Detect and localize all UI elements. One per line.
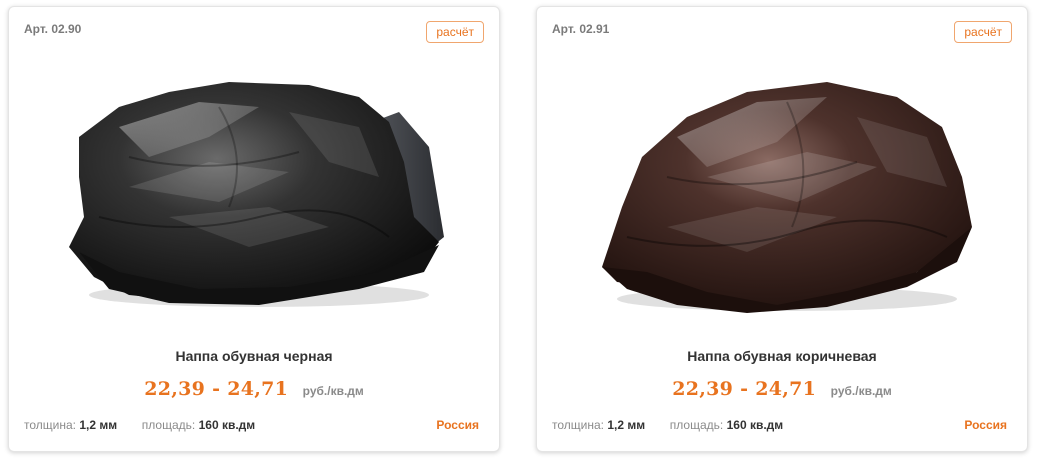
price-value: 22,39 - 24,71: [144, 378, 289, 400]
price-unit: руб./кв.дм: [302, 384, 364, 398]
product-card[interactable]: Арт. 02.91 расчёт Наппа обувная коричнев…: [536, 6, 1028, 452]
product-card[interactable]: Арт. 02.90 расчёт Наппа обувная черная 2…: [8, 6, 500, 452]
product-specs: толщина: 1,2 мм площадь: 160 кв.дм: [24, 418, 255, 432]
area-value: 160 кв.дм: [198, 418, 256, 432]
price-value: 22,39 - 24,71: [672, 378, 817, 400]
area-label: площадь:: [141, 418, 196, 432]
thickness-label: толщина:: [24, 418, 76, 432]
country-link[interactable]: Россия: [964, 418, 1007, 432]
price-row: 22,39 - 24,71 руб./кв.дм: [537, 378, 1027, 400]
price-row: 22,39 - 24,71 руб./кв.дм: [9, 378, 499, 400]
product-title[interactable]: Наппа обувная коричневая: [537, 348, 1027, 364]
thickness-value: 1,2 мм: [79, 418, 118, 432]
calculate-button[interactable]: расчёт: [954, 21, 1012, 43]
price-unit: руб./кв.дм: [830, 384, 892, 398]
product-specs: толщина: 1,2 мм площадь: 160 кв.дм: [552, 418, 783, 432]
article-number: Арт. 02.90: [24, 22, 82, 36]
product-image-black-leather[interactable]: [59, 67, 449, 317]
product-title[interactable]: Наппа обувная черная: [9, 348, 499, 364]
area-value: 160 кв.дм: [726, 418, 784, 432]
thickness-value: 1,2 мм: [607, 418, 646, 432]
country-link[interactable]: Россия: [436, 418, 479, 432]
article-number: Арт. 02.91: [552, 22, 610, 36]
product-image-brown-leather[interactable]: [587, 67, 977, 317]
thickness-label: толщина:: [552, 418, 604, 432]
area-label: площадь:: [669, 418, 724, 432]
calculate-button[interactable]: расчёт: [426, 21, 484, 43]
